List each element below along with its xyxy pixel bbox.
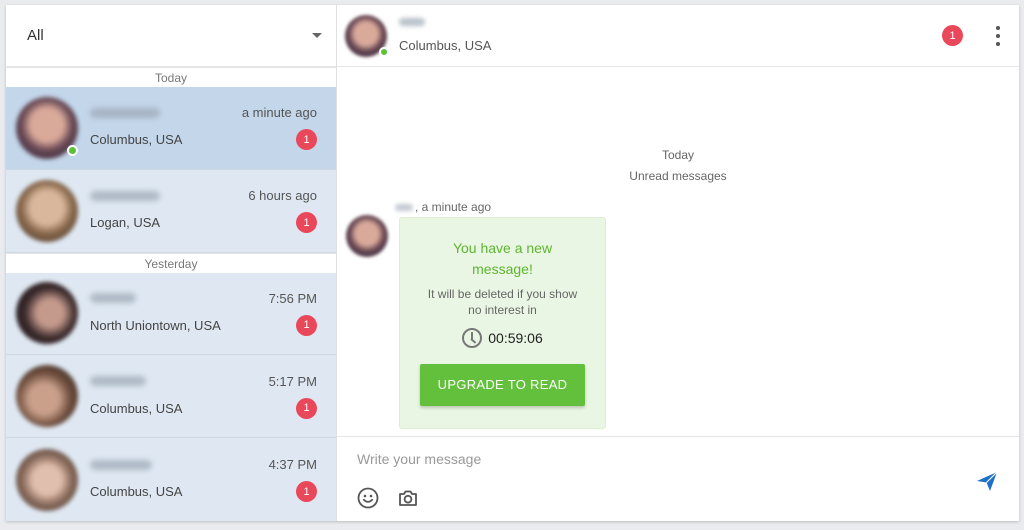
conversation-time: 6 hours ago [248,188,317,204]
conversation-item[interactable]: a minute ago Columbus, USA 1 [6,86,336,170]
locked-message-card: You have a new message! It will be delet… [399,217,606,429]
conversation-location: Columbus, USA [90,400,183,416]
online-status-dot [67,144,78,156]
section-header-today: Today [6,66,336,87]
avatar [16,179,78,242]
message-meta: , a minute ago [395,200,491,214]
avatar [16,448,78,511]
contact-name-redacted [90,376,146,387]
chat-contact-avatar[interactable] [345,14,389,57]
message-composer: Write your message [337,436,1019,521]
countdown-timer: 00:59:06 [400,328,605,348]
emoji-icon[interactable] [357,487,379,509]
online-status-dot [379,46,389,57]
conversation-item[interactable]: 7:56 PM North Uniontown, USA 1 [6,272,336,356]
message-list: Today Unread messages , a minute ago You… [337,67,1019,436]
sender-avatar [346,215,388,257]
card-title: You have a new message! [452,240,553,277]
chat-unread-badge: 1 [942,25,963,46]
upgrade-to-read-button[interactable]: UPGRADE TO READ [420,364,585,406]
sender-name-redacted [395,203,413,211]
conversation-time: 4:37 PM [268,457,317,473]
filter-value: All [27,26,44,44]
day-separator: Today [661,148,695,162]
contact-name-redacted [90,190,160,201]
conversation-item[interactable]: 6 hours ago Logan, USA 1 [6,169,336,253]
conversation-time: a minute ago [241,105,317,121]
conversation-item[interactable]: 4:37 PM Columbus, USA 1 [6,438,336,522]
conversation-location: Columbus, USA [90,132,183,148]
avatar [16,365,78,428]
messenger-app: All Today a minute ago Columbus, USA 1 6… [6,5,1019,522]
message-input[interactable]: Write your message [357,451,937,467]
conversation-time: 7:56 PM [268,290,317,306]
conversation-location: Columbus, USA [90,484,183,500]
conversation-sidebar: All Today a minute ago Columbus, USA 1 6… [6,5,337,522]
conversation-location: Logan, USA [90,215,161,231]
avatar [16,282,78,345]
chat-header: Columbus, USA 1 [337,5,1019,67]
unread-badge: 1 [296,397,317,419]
clock-icon [462,328,483,348]
chat-contact-location: Columbus, USA [399,38,492,53]
chat-contact-name-redacted [399,18,425,26]
conversation-location: North Uniontown, USA [90,317,221,333]
contact-name-redacted [90,459,152,470]
chevron-down-icon [312,32,322,38]
contact-name-redacted [90,293,136,304]
message-time: , a minute ago [415,200,492,214]
conversation-item[interactable]: 5:17 PM Columbus, USA 1 [6,355,336,439]
unread-badge: 1 [296,212,317,234]
chat-panel: Columbus, USA 1 Today Unread messages , … [337,5,1019,521]
unread-badge: 1 [296,129,317,151]
more-options-icon[interactable] [995,25,1001,46]
unread-badge: 1 [296,314,317,336]
avatar [16,96,78,159]
card-subtitle: It will be deleted if you show no intere… [427,287,578,317]
section-header-yesterday: Yesterday [6,252,336,273]
send-icon[interactable] [975,469,999,493]
unread-badge: 1 [296,481,317,503]
unread-separator: Unread messages [629,169,727,183]
conversation-time: 5:17 PM [268,373,317,389]
contact-name-redacted [90,107,160,118]
camera-icon[interactable] [397,487,419,509]
countdown-value: 00:59:06 [488,330,543,346]
conversation-filter-dropdown[interactable]: All [6,5,336,67]
